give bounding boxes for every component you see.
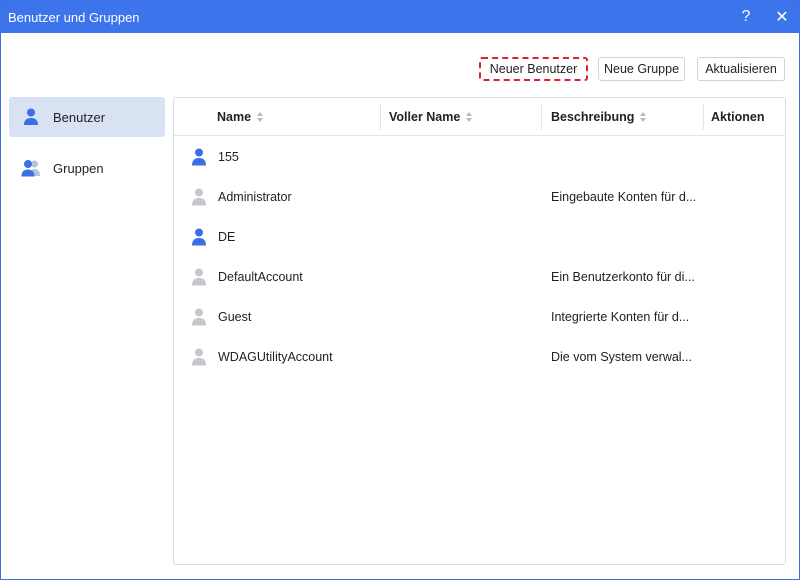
column-header-description[interactable]: Beschreibung bbox=[551, 98, 647, 136]
user-icon bbox=[24, 108, 38, 125]
user-description: Integrierte Konten für d... bbox=[551, 310, 690, 324]
refresh-button[interactable]: Aktualisieren bbox=[697, 57, 785, 81]
sidebar-item-groups[interactable]: Gruppen bbox=[9, 148, 165, 188]
table-row[interactable]: DE bbox=[174, 217, 785, 257]
user-description: Die vom System verwal... bbox=[551, 350, 693, 364]
user-name: WDAGUtilityAccount bbox=[218, 350, 333, 364]
new-user-button[interactable]: Neuer Benutzer bbox=[479, 57, 588, 81]
table-row[interactable]: Guest Integrierte Konten für d... bbox=[174, 297, 785, 337]
column-header-full-name[interactable]: Voller Name bbox=[389, 98, 473, 136]
close-button[interactable]: ✕ bbox=[765, 1, 799, 33]
user-name: Administrator bbox=[218, 190, 292, 204]
sidebar-item-label: Benutzer bbox=[53, 110, 106, 125]
user-disabled-icon bbox=[192, 188, 206, 206]
table-row[interactable]: DefaultAccount Ein Benutzerkonto für di.… bbox=[174, 257, 785, 297]
sort-icon[interactable] bbox=[640, 110, 647, 124]
user-disabled-icon bbox=[192, 348, 206, 366]
table-row[interactable]: Administrator Eingebaute Konten für d... bbox=[174, 177, 785, 217]
help-button[interactable]: ? bbox=[729, 1, 763, 33]
table-row[interactable]: WDAGUtilityAccount Die vom System verwal… bbox=[174, 337, 785, 377]
group-icon bbox=[21, 160, 40, 177]
user-description: Eingebaute Konten für d... bbox=[551, 190, 697, 204]
new-group-button[interactable]: Neue Gruppe bbox=[598, 57, 685, 81]
column-divider bbox=[380, 104, 381, 130]
title-bar: Benutzer und Gruppen ? ✕ bbox=[1, 1, 799, 33]
user-name: 155 bbox=[218, 150, 239, 164]
table-header: Name Voller Name Beschreibung Aktionen bbox=[174, 98, 785, 136]
sort-icon[interactable] bbox=[257, 110, 264, 124]
column-label: Aktionen bbox=[711, 110, 765, 124]
table-row[interactable]: 155 bbox=[174, 137, 785, 177]
user-active-icon bbox=[192, 148, 206, 166]
column-label: Name bbox=[217, 110, 252, 124]
user-active-icon bbox=[192, 228, 206, 246]
column-header-actions: Aktionen bbox=[711, 98, 764, 136]
sidebar-item-label: Gruppen bbox=[53, 161, 104, 176]
user-disabled-icon bbox=[192, 308, 206, 326]
column-divider bbox=[541, 104, 542, 130]
user-description: Ein Benutzerkonto für di... bbox=[551, 270, 695, 284]
user-disabled-icon bbox=[192, 268, 206, 286]
user-name: DE bbox=[218, 230, 236, 244]
user-name: Guest bbox=[218, 310, 252, 324]
sidebar: Benutzer Gruppen bbox=[9, 97, 165, 199]
users-table: Name Voller Name Beschreibung Aktionen 1… bbox=[173, 97, 786, 565]
sort-icon[interactable] bbox=[466, 110, 473, 124]
window-title: Benutzer und Gruppen bbox=[8, 10, 140, 25]
column-label: Voller Name bbox=[389, 110, 461, 124]
column-header-name[interactable]: Name bbox=[217, 98, 264, 136]
column-divider bbox=[703, 104, 704, 130]
user-name: DefaultAccount bbox=[218, 270, 303, 284]
column-label: Beschreibung bbox=[551, 110, 635, 124]
users-groups-window: Benutzer und Gruppen ? ✕ Neuer Benutzer … bbox=[0, 0, 800, 580]
sidebar-item-users[interactable]: Benutzer bbox=[9, 97, 165, 137]
